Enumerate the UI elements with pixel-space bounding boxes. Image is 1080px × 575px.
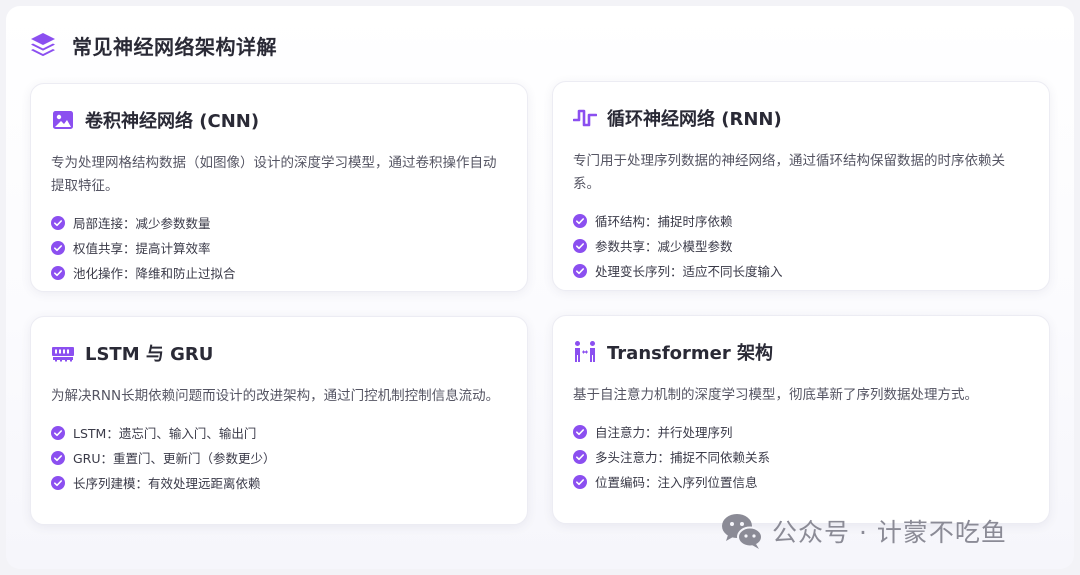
feature-text: 长序列建模：有效处理远距离依赖 [73, 476, 261, 491]
feature-list: LSTM：遗忘门、输入门、输出门 GRU：重置门、更新门（参数更少） 长序列建模… [51, 420, 507, 495]
feature-item: 参数共享：减少模型参数 [573, 233, 1029, 258]
check-circle-icon [573, 238, 587, 253]
watermark-text: 公众号 · 计蒙不吃鱼 [772, 518, 1007, 547]
feature-text: 处理变长序列：适应不同长度输入 [595, 264, 783, 279]
card-description: 为解决RNN长期依赖问题而设计的改进架构，通过门控机制控制信息流动。 [51, 388, 500, 404]
feature-text: 池化操作：降维和防止过拟合 [73, 266, 236, 281]
watermark: 公众号 · 计蒙不吃鱼 [720, 511, 1007, 551]
feature-item: 自注意力：并行处理序列 [573, 419, 1029, 444]
check-circle-icon [51, 215, 65, 230]
feature-item: 位置编码：注入序列位置信息 [573, 469, 1029, 494]
check-circle-icon [573, 213, 587, 228]
check-circle-icon [573, 474, 587, 489]
layers-icon [31, 33, 55, 57]
page-header: 常见神经网络架构详解 [28, 28, 277, 62]
feature-list: 局部连接：减少参数数量 权值共享：提高计算效率 池化操作：降维和防止过拟合 [51, 210, 507, 285]
feature-text: LSTM：遗忘门、输入门、输出门 [73, 426, 257, 441]
feature-item: 循环结构：捕捉时序依赖 [573, 208, 1029, 233]
card-title: 循环神经网络 (RNN) [607, 109, 782, 130]
check-circle-icon [51, 425, 65, 440]
card-title: 卷积神经网络 (CNN) [85, 111, 260, 132]
feature-text: 自注意力：并行处理序列 [595, 425, 733, 440]
wechat-icon [722, 514, 763, 549]
people-arrows-icon [575, 341, 595, 362]
image-icon [53, 111, 73, 129]
check-circle-icon [51, 265, 65, 280]
card-description: 专门用于处理序列数据的神经网络，通过循环结构保留数据的时序依赖关系。 [573, 153, 1005, 192]
feature-item: 权值共享：提高计算效率 [51, 235, 507, 260]
feature-text: 多头注意力：捕捉不同依赖关系 [595, 450, 771, 465]
feature-item: 池化操作：降维和防止过拟合 [51, 260, 507, 285]
check-circle-icon [573, 449, 587, 464]
feature-item: GRU：重置门、更新门（参数更少） [51, 445, 507, 470]
feature-text: 循环结构：捕捉时序依赖 [595, 214, 733, 229]
feature-text: 参数共享：减少模型参数 [595, 239, 733, 254]
card-transformer: Transformer 架构 基于自注意力机制的深度学习模型，彻底革新了序列数据… [552, 315, 1050, 524]
card-cnn: 卷积神经网络 (CNN) 专为处理网格结构数据（如图像）设计的深度学习模型，通过… [30, 83, 528, 292]
card-rnn: 循环神经网络 (RNN) 专门用于处理序列数据的神经网络，通过循环结构保留数据的… [552, 81, 1050, 291]
feature-text: 权值共享：提高计算效率 [73, 241, 211, 256]
page-title: 常见神经网络架构详解 [72, 34, 277, 59]
feature-item: 局部连接：减少参数数量 [51, 210, 507, 235]
feature-text: GRU：重置门、更新门（参数更少） [73, 451, 276, 466]
memory-chip-icon [52, 347, 74, 362]
feature-item: LSTM：遗忘门、输入门、输出门 [51, 420, 507, 445]
card-title: Transformer 架构 [607, 343, 774, 364]
card-title: LSTM 与 GRU [85, 344, 214, 365]
check-circle-icon [51, 475, 65, 490]
feature-list: 自注意力：并行处理序列 多头注意力：捕捉不同依赖关系 位置编码：注入序列位置信息 [573, 419, 1029, 494]
feature-item: 长序列建模：有效处理远距离依赖 [51, 470, 507, 495]
card-description: 基于自注意力机制的深度学习模型，彻底革新了序列数据处理方式。 [573, 387, 978, 403]
check-circle-icon [573, 424, 587, 439]
check-circle-icon [51, 450, 65, 465]
card-lstm-gru: LSTM 与 GRU 为解决RNN长期依赖问题而设计的改进架构，通过门控机制控制… [30, 316, 528, 525]
feature-text: 位置编码：注入序列位置信息 [595, 475, 758, 490]
check-circle-icon [573, 263, 587, 278]
feature-list: 循环结构：捕捉时序依赖 参数共享：减少模型参数 处理变长序列：适应不同长度输入 [573, 208, 1029, 283]
wave-signal-icon [573, 109, 597, 127]
check-circle-icon [51, 240, 65, 255]
card-description: 专为处理网格结构数据（如图像）设计的深度学习模型，通过卷积操作自动提取特征。 [51, 155, 497, 194]
feature-text: 局部连接：减少参数数量 [73, 216, 211, 231]
feature-item: 多头注意力：捕捉不同依赖关系 [573, 444, 1029, 469]
feature-item: 处理变长序列：适应不同长度输入 [573, 258, 1029, 283]
